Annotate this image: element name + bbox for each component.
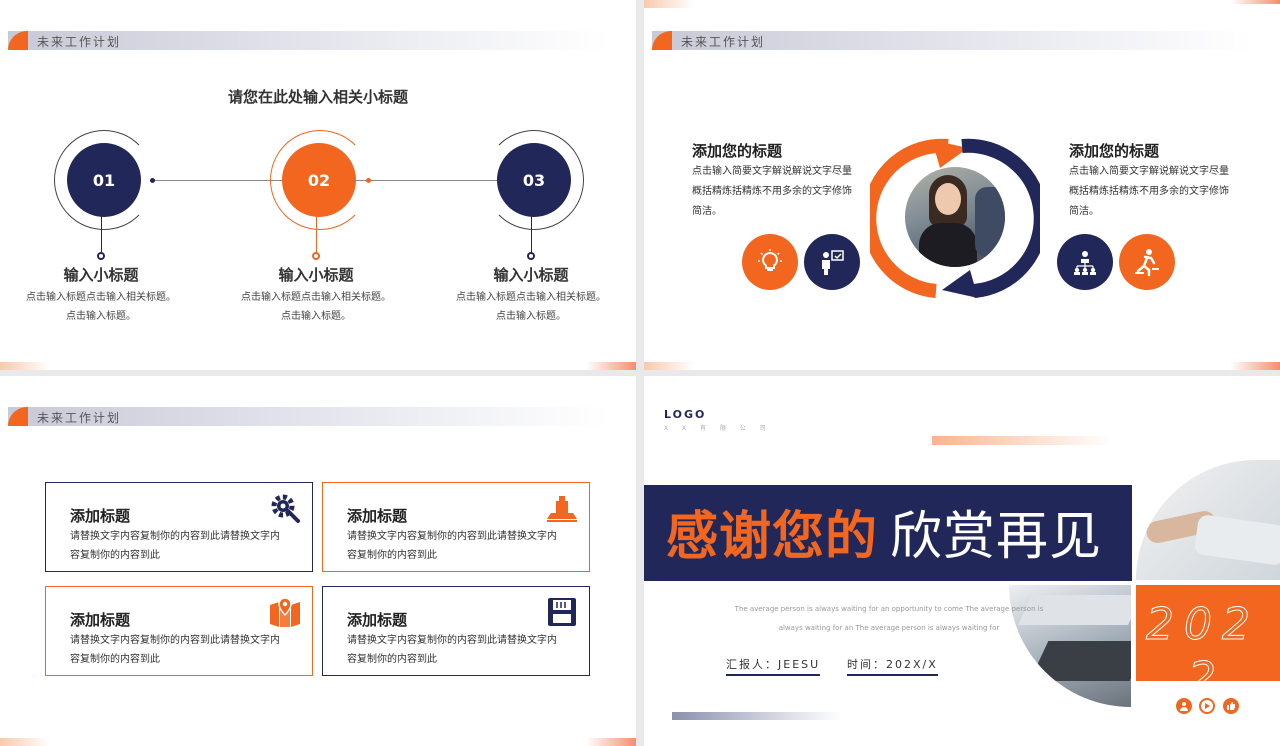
runner-icon (1119, 234, 1175, 290)
team-icon (1057, 234, 1113, 290)
slide-four-boxes[interactable]: 未来工作计划 添加标题 请替换文字内容复制你的内容到此请替换文字内容复制你的内容… (0, 376, 636, 746)
company-name: X X 有 限 公 司 (664, 425, 772, 432)
lightbulb-icon (742, 234, 798, 290)
content-box-4[interactable]: 添加标题 请替换文字内容复制你的内容到此请替换文字内容复制你的内容到此 (322, 586, 590, 676)
step-connector (316, 216, 317, 254)
english-tagline: The average person is always waiting for… (734, 605, 1044, 613)
slide-thank-you[interactable]: LOGO X X 有 限 公 司 感谢您的 欣赏再见 202 2 The ave… (644, 376, 1280, 746)
bottom-gradient-bar (672, 712, 842, 720)
subtitle: 请您在此处输入相关小标题 (227, 88, 408, 106)
step-text: 点击输入标题点击输入相关标题。 (26, 292, 176, 303)
user-icon[interactable] (1176, 698, 1192, 714)
left-heading: 添加您的标题 (692, 142, 783, 160)
footer-accent (644, 362, 694, 370)
section-title: 未来工作计划 (681, 35, 766, 49)
box-heading: 添加标题 (347, 507, 408, 525)
left-text: 点击输入简要文字解说解说文字尽量概括精炼括精炼不用多余的文字修饰简洁。 (692, 166, 852, 217)
step-circle-1: 01 (67, 143, 141, 217)
english-tagline: always waiting for an The average person… (778, 624, 1000, 632)
step-number: 01 (92, 170, 116, 190)
section-title: 未来工作计划 (37, 35, 122, 49)
box-text: 请替换文字内容复制你的内容到此请替换文字内容复制你的内容到此 (70, 531, 280, 561)
box-heading: 添加标题 (70, 611, 131, 629)
step-circle-3: 03 (497, 143, 571, 217)
step-heading: 输入小标题 (278, 266, 354, 284)
handshake-photo (1136, 460, 1280, 580)
year-text: 202 (1146, 599, 1260, 651)
portrait-photo (905, 167, 1005, 267)
box-text: 请替换文字内容复制你的内容到此请替换文字内容复制你的内容到此 (70, 635, 280, 665)
time-label: 时间：202X/X (847, 656, 938, 676)
floppy-icon (548, 598, 576, 626)
slide-cycle-photo[interactable]: 未来工作计划 添加您的标题 点击输入简要文字解说解说文字尽量概括精炼括精炼不用多… (644, 0, 1280, 370)
step-text: 点击输入标题点击输入相关标题。 (456, 292, 606, 303)
footer-accent (0, 738, 50, 746)
step-pin (312, 252, 320, 260)
step-heading: 输入小标题 (63, 266, 139, 284)
background-person (975, 187, 1005, 257)
right-heading: 添加您的标题 (1069, 142, 1160, 160)
section-title: 未来工作计划 (37, 411, 122, 425)
year-text-overflow: 2 (1188, 653, 1217, 682)
step-text: 点击输入标题点击输入相关标题。 (241, 292, 391, 303)
map-pin-icon (270, 597, 300, 627)
thanks-orange-text: 感谢您的 (666, 507, 879, 567)
footer-accent (586, 738, 636, 746)
step-text: 点击输入标题。 (66, 311, 136, 322)
step-connector (101, 216, 102, 254)
content-box-3[interactable]: 添加标题 请替换文字内容复制你的内容到此请替换文字内容复制你的内容到此 (45, 586, 313, 676)
right-text: 点击输入简要文字解说解说文字尽量概括精炼括精炼不用多余的文字修饰简洁。 (1069, 166, 1229, 217)
logo: LOGO (664, 408, 707, 421)
step-number: 02 (307, 170, 331, 190)
step-circle-2: 02 (282, 143, 356, 217)
footer-accent (586, 362, 636, 370)
presenter-icon (804, 234, 860, 290)
top-accent (644, 0, 694, 8)
step-text: 点击输入标题。 (281, 311, 351, 322)
year-block: 202 2 (1136, 585, 1280, 681)
step-pin (527, 252, 535, 260)
box-heading: 添加标题 (70, 507, 131, 525)
step-number: 03 (522, 170, 546, 190)
content-box-1[interactable]: 添加标题 请替换文字内容复制你的内容到此请替换文字内容复制你的内容到此 (45, 482, 313, 572)
box-text: 请替换文字内容复制你的内容到此请替换文字内容复制你的内容到此 (347, 531, 557, 561)
top-accent (1230, 0, 1280, 4)
monitor-icon (547, 496, 577, 522)
person-face (935, 183, 961, 215)
step-pin (97, 252, 105, 260)
thumbs-up-icon[interactable] (1223, 698, 1239, 714)
play-icon[interactable] (1199, 698, 1215, 714)
gear-wrench-icon (271, 494, 300, 523)
footer-accent (1230, 362, 1280, 370)
reporter-label: 汇报人：JEESU (726, 656, 821, 676)
slide-work-plan-steps[interactable]: 未来工作计划 请您在此处输入相关小标题 01 输入小标题 点击输入标题点击输入相… (0, 0, 636, 370)
step-connector (531, 216, 532, 254)
box-text: 请替换文字内容复制你的内容到此请替换文字内容复制你的内容到此 (347, 635, 557, 665)
step-text: 点击输入标题。 (496, 311, 566, 322)
top-gradient-bar (932, 436, 1112, 445)
person-body (919, 223, 977, 267)
content-box-2[interactable]: 添加标题 请替换文字内容复制你的内容到此请替换文字内容复制你的内容到此 (322, 482, 590, 572)
thanks-white-text: 欣赏再见 (890, 507, 1103, 567)
step-heading: 输入小标题 (493, 266, 569, 284)
box-heading: 添加标题 (347, 611, 408, 629)
footer-accent (0, 362, 50, 370)
